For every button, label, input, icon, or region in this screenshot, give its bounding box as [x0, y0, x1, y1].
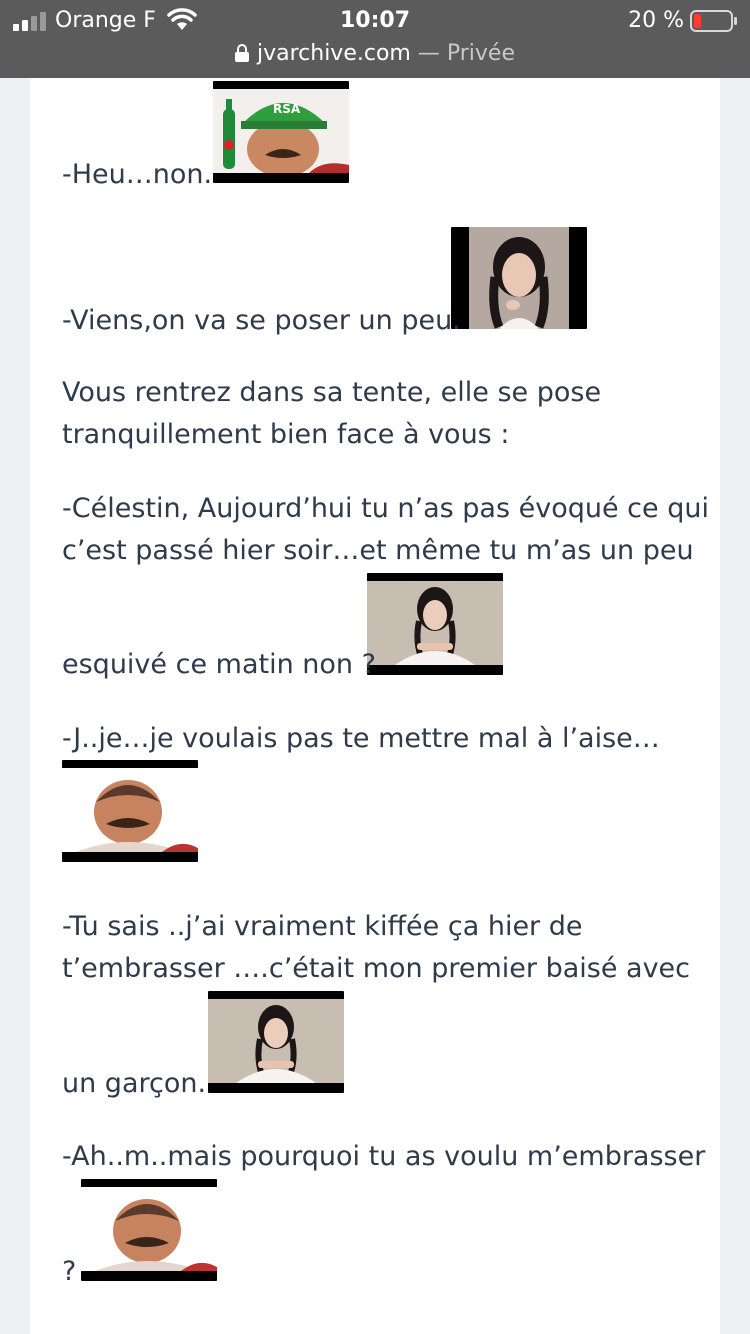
lock-icon [234, 44, 249, 62]
girl-braids-portrait-sticker [451, 227, 587, 329]
girl-braids-hands-sticker [367, 573, 503, 675]
battery-icon [690, 10, 737, 32]
post-line: -J..je…je voulais pas te mettre mal à l’… [62, 723, 660, 754]
post-line: c’est passé hier soir…et même tu m’as un… [62, 535, 694, 566]
url-domain: jvarchive.com [256, 41, 411, 66]
post-line: esquivé ce matin non ? [62, 649, 376, 680]
post-line: -Heu…non. [62, 159, 213, 190]
post-line: t’embrasser ….c’était mon premier baisé … [62, 953, 691, 984]
post-line: -Tu sais ..j’ai vraiment kiffée ça hier … [62, 911, 583, 942]
post-line: -Célestin, Aujourd’hui tu n’as pas évoqu… [62, 493, 709, 524]
wifi-icon [167, 8, 197, 30]
address-bar[interactable]: jvarchive.com — Privée [0, 40, 750, 70]
girl-braids-hands-sticker [208, 991, 344, 1093]
post-line: tranquillement bien face à vous : [62, 419, 510, 450]
risitas-laughing-sticker [81, 1179, 217, 1281]
post-line: ? [62, 1256, 77, 1287]
url-separator: — [410, 41, 447, 66]
cap-text: RSA [273, 102, 301, 116]
post-line: un garçon. [62, 1068, 207, 1099]
post-line: -Viens,on va se poser un peu. [62, 305, 461, 336]
battery-percentage: 20 % [628, 8, 684, 33]
carrier-name: Orange F [55, 8, 156, 33]
signal-strength-icon [13, 12, 46, 31]
post-content: RSA -Heu…non. -Viens,on va se poser un p… [30, 78, 720, 1334]
private-mode-label: Privée [446, 41, 515, 66]
risitas-cap-beer-sticker: RSA [213, 81, 349, 183]
post-line: Vous rentrez dans sa tente, elle se pose [62, 377, 602, 408]
browser-top-bar: Orange F 10:07 20 % jvarchive.com — Priv… [0, 0, 750, 78]
status-bar: Orange F 10:07 20 % [0, 0, 750, 40]
risitas-laughing-sticker [62, 760, 198, 862]
post-line: -Ah..m..mais pourquoi tu as voulu m’embr… [62, 1141, 706, 1172]
